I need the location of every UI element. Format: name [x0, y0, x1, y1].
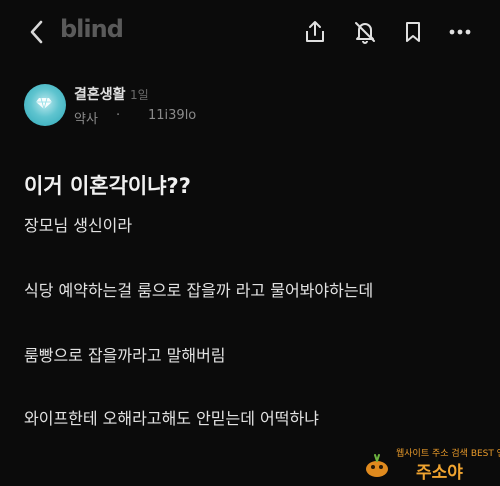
post-author: 결혼생활 1일 약사 · 11i39lo [24, 80, 324, 130]
blind-logo: blind [60, 15, 124, 43]
watermark: 웹사이트 주소 검색 BEST 엔진 주소야 [364, 444, 500, 483]
ring-icon [36, 97, 52, 110]
author-name[interactable]: 결혼생활 [74, 84, 126, 104]
chevron-left-icon[interactable] [26, 18, 48, 46]
post-time: 1일 [130, 88, 149, 102]
separator-dot: · [116, 108, 121, 123]
avatar[interactable] [24, 84, 66, 126]
author-company: 약사 [74, 112, 98, 127]
watermark-brand: 주소야 [416, 463, 463, 483]
post-paragraph: 룸빵으로 잡을까라고 말해버림 [24, 346, 226, 365]
mascot-icon [366, 454, 388, 477]
post-title: 이거 이혼각이냐?? [24, 174, 191, 198]
more-horizontal-icon[interactable] [447, 19, 473, 45]
bell-off-icon[interactable] [352, 19, 378, 45]
post-paragraph: 식당 예약하는걸 룸으로 잡을까 라고 물어봐야하는데 [24, 281, 374, 300]
share-icon[interactable] [302, 19, 328, 45]
bookmark-icon[interactable] [400, 19, 426, 45]
post-paragraph: 장모님 생신이라 [24, 216, 133, 235]
post-paragraph: 와이프한테 오해라고해도 안믿는데 어떡하냐 [24, 409, 319, 428]
top-toolbar: blind [0, 0, 500, 62]
author-handle: 11i39lo [148, 108, 197, 123]
